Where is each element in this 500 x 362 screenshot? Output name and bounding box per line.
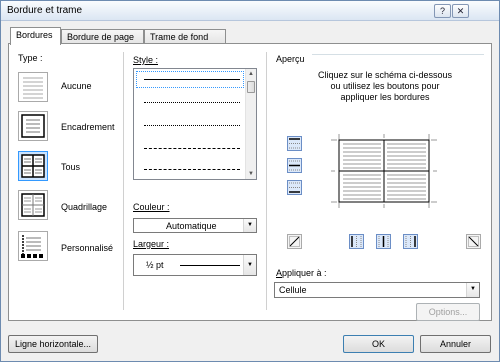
width-value: ½ pt	[146, 260, 164, 270]
style-scrollbar[interactable]: ▲ ▼	[245, 69, 256, 179]
color-label: Couleur :	[133, 202, 170, 212]
close-button[interactable]: ✕	[452, 4, 469, 18]
tab-bordure-de-page[interactable]: Bordure de page	[61, 29, 144, 44]
preview-instructions: Cliquez sur le schéma ci-dessous ou util…	[317, 70, 453, 102]
help-button[interactable]: ?	[434, 4, 451, 18]
chevron-down-icon[interactable]: ▼	[243, 219, 256, 232]
type-grid-label: Quadrillage	[61, 202, 108, 212]
left-border-button[interactable]	[349, 234, 364, 249]
options-button[interactable]: Options...	[416, 303, 480, 321]
diagonal-up-icon	[289, 236, 300, 247]
type-grid-option[interactable]	[18, 190, 48, 220]
width-line-sample	[180, 265, 240, 266]
type-none-label: Aucune	[61, 81, 92, 91]
width-label: Largeur :	[133, 239, 170, 249]
type-all-label: Tous	[61, 162, 81, 172]
scroll-up-icon[interactable]: ▲	[246, 69, 256, 79]
custom-border-icon	[21, 235, 43, 258]
inside-vertical-icon	[378, 236, 389, 247]
preview-heading: Aperçu	[276, 54, 305, 64]
chevron-down-icon[interactable]: ▼	[243, 255, 256, 275]
ok-button[interactable]: OK	[343, 335, 414, 353]
scroll-down-icon[interactable]: ▼	[246, 169, 256, 179]
dialog-window: Bordure et trame ? ✕ Bordures Bordure de…	[0, 0, 500, 362]
width-dropdown[interactable]: ½ pt ▼	[133, 254, 257, 276]
bottom-border-icon	[289, 182, 300, 193]
style-listbox[interactable]: ▲ ▼	[133, 68, 257, 180]
tab-panel: Type : Aucune Encadrement Tous Quadrilla…	[8, 43, 492, 321]
dialog-title: Bordure et trame	[7, 5, 83, 16]
style-dotted-line[interactable]	[144, 102, 240, 103]
all-borders-icon	[21, 154, 45, 178]
apply-label: Appliquer à :	[276, 268, 327, 278]
grid-border-icon	[21, 193, 45, 217]
style-dashdot-line[interactable]	[144, 169, 240, 170]
color-value: Automatique	[166, 221, 217, 231]
table-preview-icon	[331, 134, 437, 208]
chevron-down-icon[interactable]: ▼	[466, 283, 479, 297]
cancel-button[interactable]: Annuler	[420, 335, 491, 353]
type-none-option[interactable]	[18, 72, 48, 102]
divider	[123, 52, 124, 310]
tab-bordures[interactable]: Bordures	[10, 27, 61, 45]
box-border-icon	[21, 114, 45, 138]
scroll-thumb[interactable]	[247, 81, 255, 93]
style-finedot-line[interactable]	[144, 125, 240, 126]
diagonal-up-button[interactable]	[287, 234, 302, 249]
bottom-border-button[interactable]	[287, 180, 302, 195]
right-border-icon	[405, 236, 416, 247]
inside-vertical-button[interactable]	[376, 234, 391, 249]
color-dropdown[interactable]: Automatique ▼	[133, 218, 257, 233]
right-border-button[interactable]	[403, 234, 418, 249]
top-border-icon	[289, 138, 300, 149]
left-border-icon	[351, 236, 362, 247]
preview-diagram[interactable]	[331, 134, 437, 208]
style-dashed-line[interactable]	[144, 148, 240, 149]
none-border-icon	[23, 77, 43, 99]
apply-dropdown[interactable]: Cellule ▼	[274, 282, 480, 298]
apply-value: Cellule	[279, 285, 307, 295]
style-heading: Style :	[133, 55, 159, 65]
divider	[266, 52, 267, 310]
title-bar[interactable]: Bordure et trame ? ✕	[1, 1, 499, 21]
diagonal-down-button[interactable]	[466, 234, 481, 249]
inside-horizontal-icon	[289, 160, 300, 171]
type-box-option[interactable]	[18, 111, 48, 141]
horizontal-line-button[interactable]: Ligne horizontale...	[8, 335, 98, 353]
type-all-option[interactable]	[18, 151, 48, 181]
diagonal-down-icon	[468, 236, 479, 247]
top-border-button[interactable]	[287, 136, 302, 151]
type-custom-option[interactable]	[18, 231, 48, 261]
preview-rule	[312, 54, 484, 55]
type-heading: Type :	[18, 53, 43, 63]
type-box-label: Encadrement	[61, 122, 115, 132]
inside-horizontal-button[interactable]	[287, 158, 302, 173]
style-solid-line[interactable]	[144, 79, 240, 80]
type-custom-label: Personnalisé	[61, 243, 114, 253]
tab-trame-de-fond[interactable]: Trame de fond	[144, 29, 226, 44]
